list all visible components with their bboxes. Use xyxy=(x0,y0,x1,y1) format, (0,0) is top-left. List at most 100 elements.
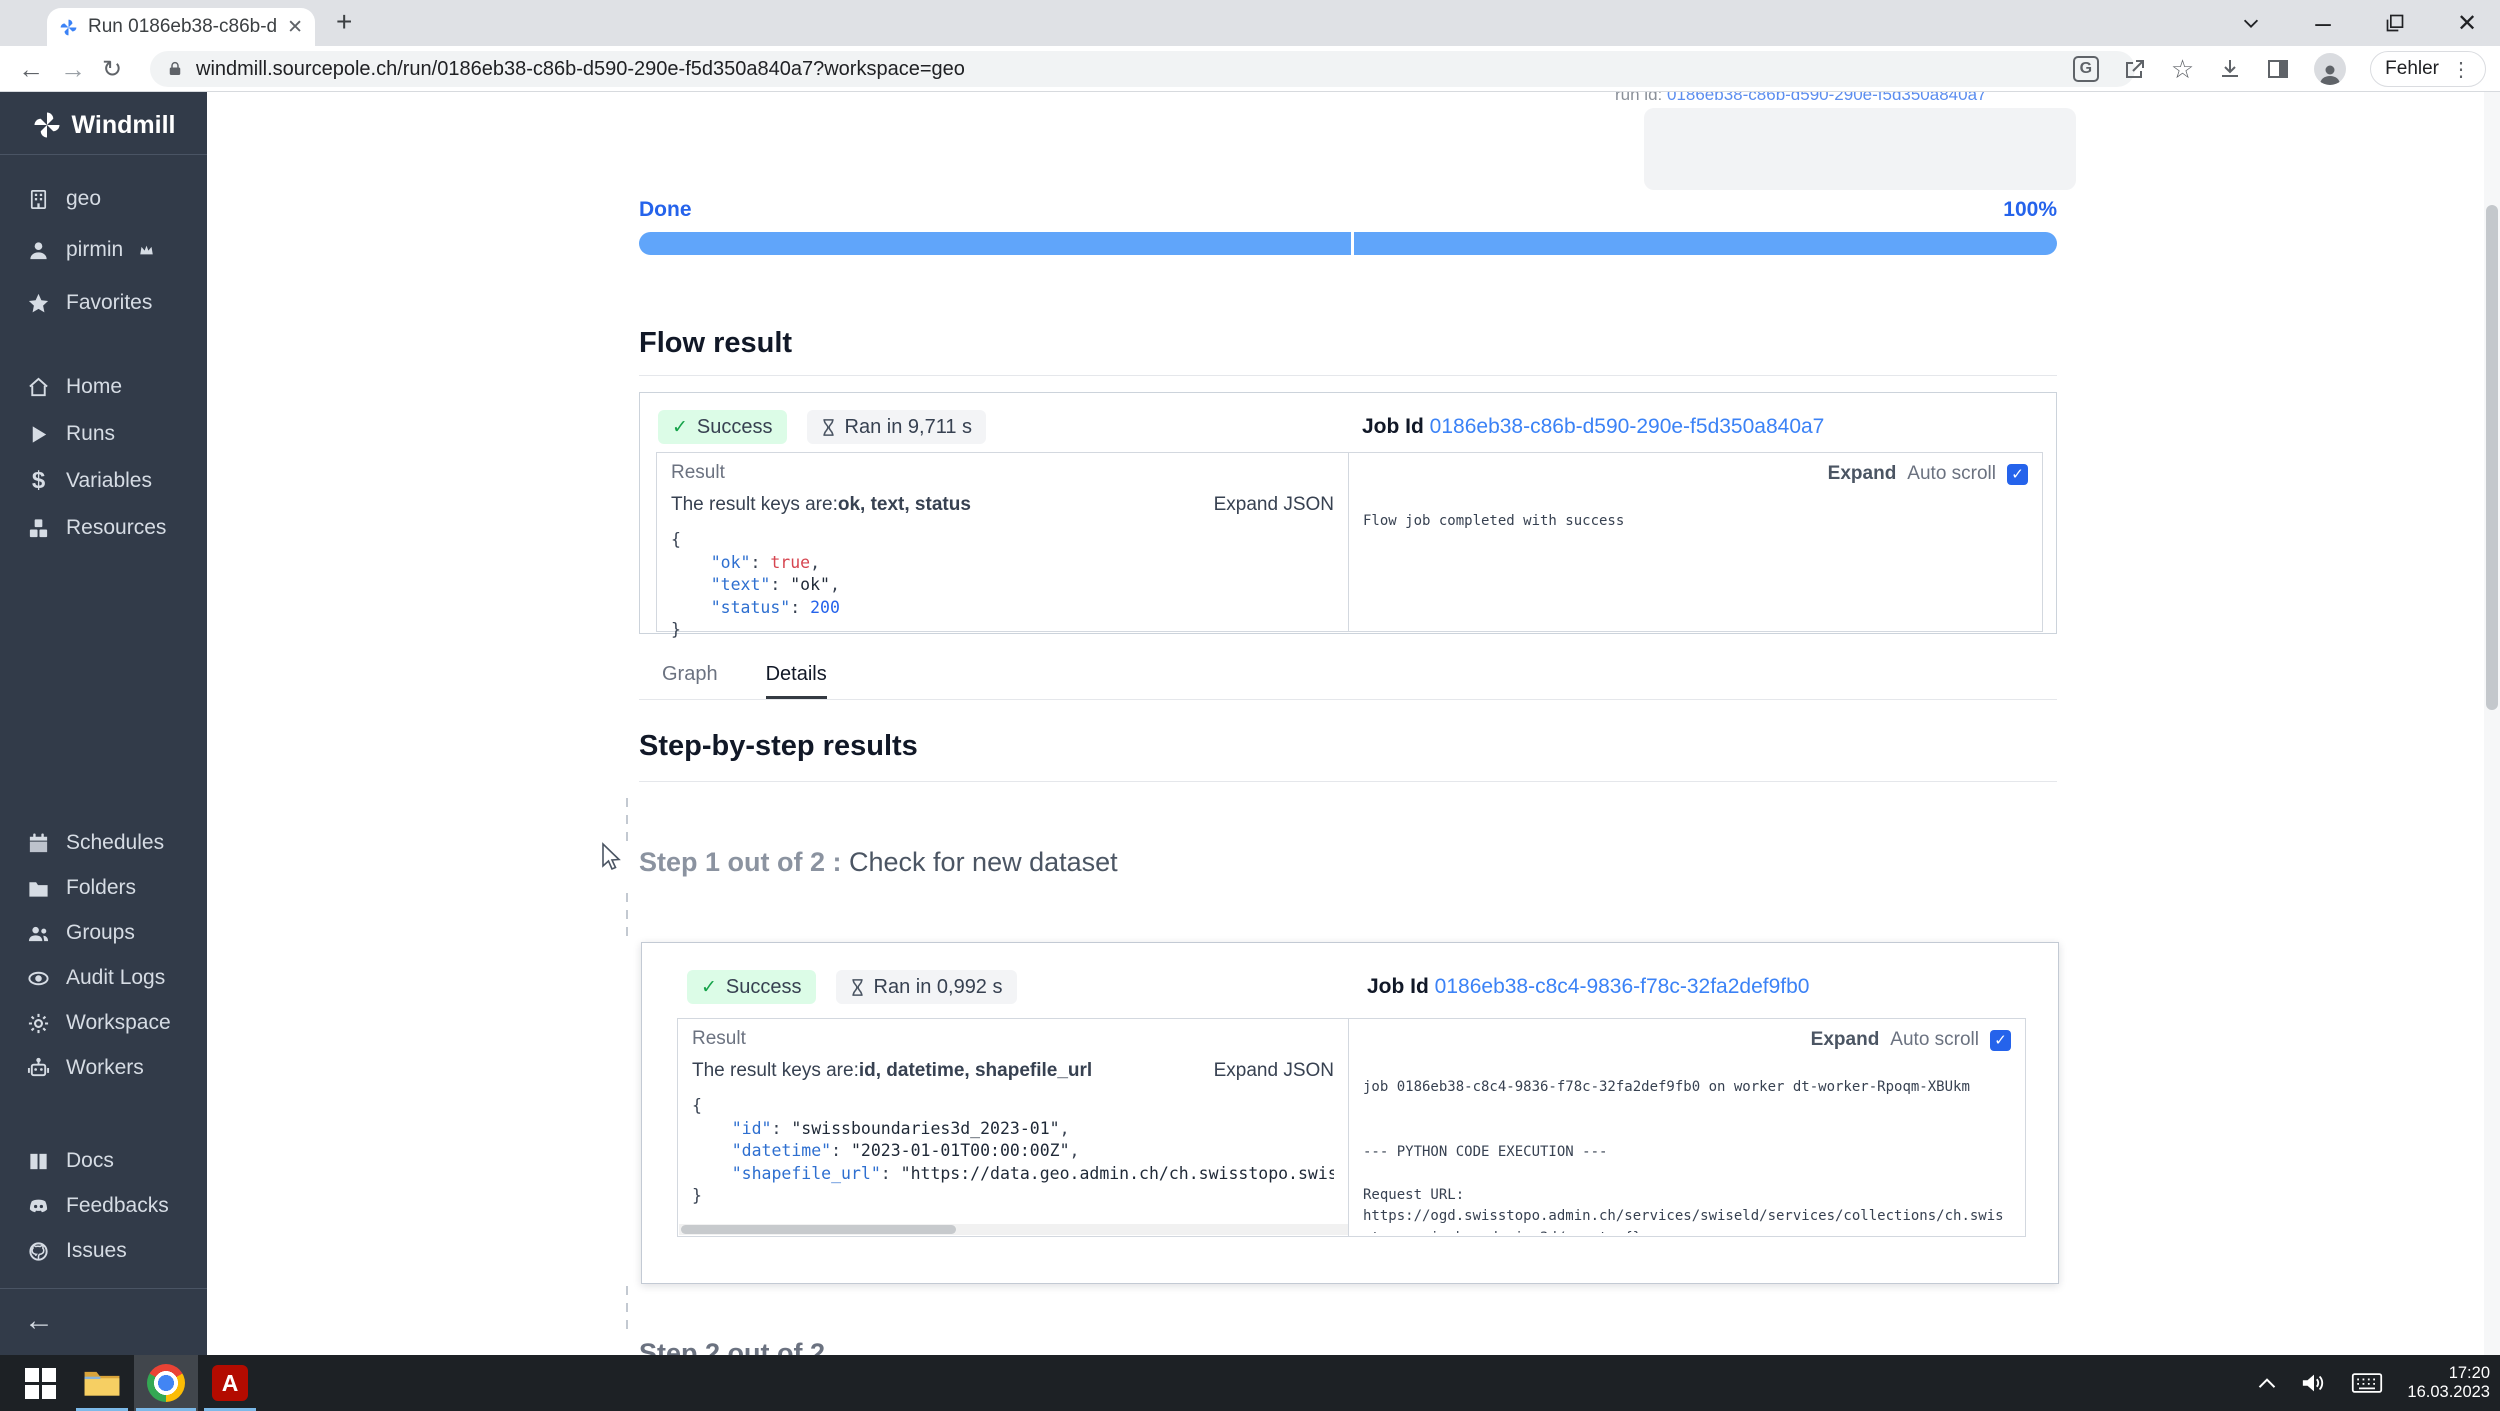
sidebar-item-label: geo xyxy=(66,187,101,211)
step1-label: Step 1 out of 2 : xyxy=(639,847,849,877)
sidebar-item-audit-logs[interactable]: Audit Logs xyxy=(27,961,165,995)
window-close-button[interactable]: ✕ xyxy=(2452,8,2482,38)
flow-log: Flow job completed with success xyxy=(1363,511,2036,628)
download-icon[interactable] xyxy=(2218,57,2242,81)
check-icon: ✓ xyxy=(672,416,688,439)
tray-chevron-icon[interactable] xyxy=(2257,1376,2277,1390)
user-icon xyxy=(27,239,50,262)
flow-result-card: ✓Success Ran in 9,711 s Job Id 0186eb38-… xyxy=(639,392,2057,634)
translate-icon[interactable]: G xyxy=(2073,56,2099,82)
sidebar-item-favorites[interactable]: Favorites xyxy=(27,286,152,320)
sidebar-item-workspace[interactable]: geo xyxy=(27,182,101,216)
sidebar-item-label: Workers xyxy=(66,1056,144,1080)
cubes-icon xyxy=(27,517,50,540)
browser-tabstrip: Run 0186eb38-c86b-d590-290e- ✕ + – ✕ xyxy=(0,0,2500,46)
page-scrollbar-thumb[interactable] xyxy=(2486,205,2498,710)
hourglass-icon xyxy=(850,979,865,996)
page-scrollbar xyxy=(2484,92,2500,1355)
volume-icon[interactable] xyxy=(2301,1371,2327,1395)
auto-scroll-checkbox[interactable]: ✓ xyxy=(1990,1030,2011,1051)
taskbar-clock[interactable]: 17:20 16.03.2023 xyxy=(2407,1364,2490,1402)
sidebar-item-issues[interactable]: Issues xyxy=(27,1234,127,1268)
status-badge: ✓Success xyxy=(658,410,787,444)
expand-json-button[interactable]: Expand JSON xyxy=(1214,494,1334,516)
keyboard-icon[interactable] xyxy=(2351,1371,2383,1395)
star-icon xyxy=(27,292,50,315)
run-id-link[interactable]: 0186eb38-c86b-d590-290e-f5d350a840a7 xyxy=(1667,92,1987,104)
lock-icon xyxy=(166,60,184,78)
tab-graph[interactable]: Graph xyxy=(662,663,718,699)
step1-log: job 0186eb38-c8c4-9836-f78c-32fa2def9fb0… xyxy=(1363,1077,2019,1233)
folder-icon xyxy=(27,877,50,900)
expand-logs-button[interactable]: Expand xyxy=(1811,1029,1880,1051)
start-button[interactable] xyxy=(8,1355,72,1411)
side-panel-icon[interactable] xyxy=(2266,57,2290,81)
window-maximize-button[interactable] xyxy=(2380,8,2410,38)
window-minimize-button[interactable]: – xyxy=(2308,8,2338,38)
forward-icon[interactable]: → xyxy=(60,46,86,92)
bookmark-star-icon[interactable]: ☆ xyxy=(2171,54,2194,85)
share-icon[interactable] xyxy=(2123,57,2147,81)
dollar-icon: $ xyxy=(27,467,50,495)
job-id-label: Job Id xyxy=(1362,415,1430,438)
horizontal-scrollbar-thumb[interactable] xyxy=(681,1225,956,1234)
auto-scroll-label: Auto scroll xyxy=(1907,463,1996,485)
flow-result-heading: Flow result xyxy=(639,327,792,360)
users-group-icon xyxy=(27,922,50,945)
sidebar-item-workspace-settings[interactable]: Workspace xyxy=(27,1006,171,1040)
brand-label: Windmill xyxy=(72,111,176,140)
tab-title: Run 0186eb38-c86b-d590-290e- xyxy=(88,16,277,38)
sidebar-item-runs[interactable]: Runs xyxy=(27,417,115,451)
sidebar-item-workers[interactable]: Workers xyxy=(27,1051,144,1085)
screen: Run 0186eb38-c86b-d590-290e- ✕ + – ✕ ← →… xyxy=(0,0,2500,1411)
sidebar-item-label: Resources xyxy=(66,516,166,540)
result-label: Result xyxy=(692,1028,1334,1050)
browser-error-button[interactable]: Fehler ⋮ xyxy=(2370,51,2486,87)
result-label: Result xyxy=(671,462,1334,484)
acrobat-taskbar-icon[interactable]: A xyxy=(198,1355,262,1411)
sidebar-divider xyxy=(0,1288,207,1289)
result-keys-prefix: The result keys are: xyxy=(671,494,838,516)
auto-scroll-checkbox[interactable]: ✓ xyxy=(2007,464,2028,485)
back-icon[interactable]: ← xyxy=(18,46,44,92)
result-json: { "ok": true, "text": "ok", "status": 20… xyxy=(671,529,1334,642)
result-keys-prefix: The result keys are: xyxy=(692,1060,859,1082)
windmill-brand[interactable]: Windmill xyxy=(0,102,207,148)
browser-tab[interactable]: Run 0186eb38-c86b-d590-290e- ✕ xyxy=(47,8,315,46)
tab-details[interactable]: Details xyxy=(766,663,827,699)
sidebar-item-folders[interactable]: Folders xyxy=(27,871,136,905)
step2-heading: Step 2 out of 2 xyxy=(639,1338,825,1355)
windmill-logo-icon xyxy=(32,110,62,140)
sidebar-item-docs[interactable]: Docs xyxy=(27,1144,114,1178)
sidebar-item-label: Runs xyxy=(66,422,115,446)
new-tab-button[interactable]: + xyxy=(336,6,352,38)
discord-icon xyxy=(27,1195,50,1218)
windows-logo-icon xyxy=(25,1368,56,1399)
sidebar-item-resources[interactable]: Resources xyxy=(27,511,166,545)
sidebar-item-label: Issues xyxy=(66,1239,127,1263)
sidebar-item-user[interactable]: pirmin xyxy=(27,233,154,267)
reload-icon[interactable]: ↻ xyxy=(102,46,122,92)
browser-menu-kebab-icon[interactable]: ⋮ xyxy=(2451,57,2471,82)
sidebar-item-label: pirmin xyxy=(66,238,123,262)
job-id-link[interactable]: 0186eb38-c86b-d590-290e-f5d350a840a7 xyxy=(1430,415,1825,438)
collapse-sidebar-arrow[interactable]: ← xyxy=(24,1304,54,1338)
job-id-label: Job Id xyxy=(1367,975,1435,998)
main-content: run id: 0186eb38-c86b-d590-290e-f5d350a8… xyxy=(207,92,2500,1355)
auto-scroll-label: Auto scroll xyxy=(1890,1029,1979,1051)
tab-close-icon[interactable]: ✕ xyxy=(287,18,303,37)
chrome-taskbar-icon[interactable] xyxy=(134,1355,198,1411)
duration-badge: Ran in 0,992 s xyxy=(836,970,1017,1004)
window-menu-chevron-icon[interactable] xyxy=(2236,8,2266,38)
sidebar-item-variables[interactable]: $ Variables xyxy=(27,464,152,498)
expand-json-button[interactable]: Expand JSON xyxy=(1214,1060,1334,1082)
sidebar-item-groups[interactable]: Groups xyxy=(27,916,135,950)
sidebar-item-schedules[interactable]: Schedules xyxy=(27,826,164,860)
profile-avatar[interactable] xyxy=(2314,53,2346,85)
expand-logs-button[interactable]: Expand xyxy=(1828,463,1897,485)
sidebar-item-feedbacks[interactable]: Feedbacks xyxy=(27,1189,169,1223)
url-bar[interactable]: windmill.sourcepole.ch/run/0186eb38-c86b… xyxy=(150,51,2135,87)
sidebar-item-home[interactable]: Home xyxy=(27,370,122,404)
job-id-link[interactable]: 0186eb38-c8c4-9836-f78c-32fa2def9fb0 xyxy=(1435,975,1810,998)
file-explorer-taskbar-icon[interactable] xyxy=(70,1355,134,1411)
